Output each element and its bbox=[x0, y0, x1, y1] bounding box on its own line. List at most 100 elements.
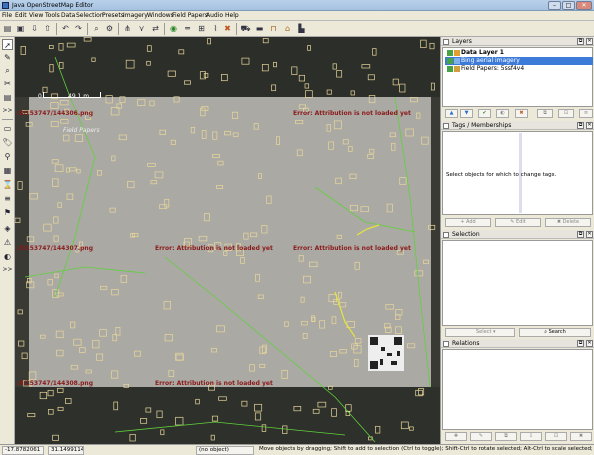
show-hide-icon[interactable]: ◐ bbox=[496, 109, 509, 118]
layer-row-selected[interactable]: Bing aerial imagery bbox=[445, 57, 593, 65]
gate-icon[interactable]: ⊓ bbox=[268, 23, 279, 34]
delete-icon[interactable]: ✖ bbox=[222, 23, 233, 34]
tags-dialog-icon[interactable]: 🏷 bbox=[2, 137, 13, 148]
menu-audio[interactable]: Audio bbox=[206, 12, 223, 20]
layer-menu-icon[interactable]: ≡ bbox=[579, 109, 593, 118]
selection-list[interactable] bbox=[442, 240, 593, 326]
delete-tool-icon[interactable]: ✂ bbox=[2, 78, 13, 89]
close-panel-icon[interactable]: ✕ bbox=[586, 122, 593, 129]
edit-tag-button[interactable]: ✎ Edit bbox=[495, 218, 541, 227]
more-tools-icon[interactable]: >> bbox=[2, 105, 13, 116]
search-button[interactable]: ⌕ Search bbox=[519, 328, 591, 337]
split-way-icon[interactable]: ⋔ bbox=[122, 23, 133, 34]
menu-data[interactable]: Data bbox=[61, 12, 75, 20]
close-button[interactable]: ✕ bbox=[576, 1, 592, 10]
reverse-way-icon[interactable]: ⇄ bbox=[150, 23, 161, 34]
align-line-icon[interactable]: ═ bbox=[182, 23, 193, 34]
delete-tag-button[interactable]: ✖ Delete bbox=[545, 218, 591, 227]
menu-windows[interactable]: Windows bbox=[147, 12, 174, 20]
detach-icon[interactable]: ⧉ bbox=[577, 38, 584, 45]
simplify-icon[interactable]: ⌇ bbox=[210, 23, 221, 34]
menu-imagery[interactable]: Imagery bbox=[123, 12, 148, 20]
align-circle-icon[interactable]: ◉ bbox=[168, 23, 179, 34]
minimize-button[interactable]: – bbox=[548, 1, 561, 10]
toggle-dialog-icon[interactable]: ▭ bbox=[2, 123, 13, 134]
select-tool-icon[interactable]: ➚ bbox=[2, 39, 13, 50]
merge-layer-icon[interactable]: ⧉ bbox=[537, 109, 553, 118]
duplicate-layer-icon[interactable]: ⊡ bbox=[558, 109, 574, 118]
layers-dialog-icon[interactable]: ▦ bbox=[2, 165, 13, 176]
data-layer-icon bbox=[454, 50, 460, 56]
upload-icon[interactable]: ⇧ bbox=[42, 23, 53, 34]
minimap-dialog-icon[interactable]: ◐ bbox=[2, 251, 13, 262]
select-button[interactable]: Select ▾ bbox=[445, 328, 515, 337]
redo-icon[interactable]: ↷ bbox=[73, 23, 84, 34]
edit-relation-icon[interactable]: ✎ bbox=[470, 432, 492, 441]
selection-icon bbox=[443, 232, 449, 238]
menu-edit[interactable]: Edit bbox=[15, 12, 27, 20]
more-dialogs-icon[interactable]: >> bbox=[2, 264, 13, 275]
tags-hint: Select objects for which to change tags. bbox=[446, 172, 557, 178]
download-members-icon[interactable]: ⇩ bbox=[520, 432, 542, 441]
move-down-icon[interactable]: ▼ bbox=[460, 109, 473, 118]
menu-presets[interactable]: Presets bbox=[102, 12, 124, 20]
detach-icon[interactable]: ⧉ bbox=[577, 122, 584, 129]
close-panel-icon[interactable]: ✕ bbox=[586, 231, 593, 238]
new-relation-icon[interactable]: ✚ bbox=[445, 432, 467, 441]
edit-label: Edit bbox=[516, 219, 526, 225]
filter-dialog-icon[interactable]: ◈ bbox=[2, 223, 13, 234]
delete-relation-icon[interactable]: ✖ bbox=[570, 432, 592, 441]
zoom-tool-icon[interactable]: ⌕ bbox=[2, 65, 13, 76]
delete-layer-icon[interactable]: ✖ bbox=[515, 109, 528, 118]
extrude-tool-icon[interactable]: ▤ bbox=[2, 92, 13, 103]
validation-dialog-icon[interactable]: ⚠ bbox=[2, 237, 13, 248]
menu-help[interactable]: Help bbox=[225, 12, 239, 20]
history-dialog-icon[interactable]: ⌛ bbox=[2, 179, 13, 190]
close-panel-icon[interactable]: ✕ bbox=[586, 340, 593, 347]
layer-row[interactable]: Data Layer 1 bbox=[445, 49, 593, 57]
commands-dialog-icon[interactable]: ≡ bbox=[2, 193, 13, 204]
save-icon[interactable]: ▣ bbox=[15, 23, 26, 34]
visible-icon[interactable] bbox=[447, 66, 453, 72]
activate-layer-icon[interactable]: ✔ bbox=[478, 109, 491, 118]
bed-icon[interactable]: ▙ bbox=[296, 23, 307, 34]
close-panel-icon[interactable]: ✕ bbox=[586, 38, 593, 45]
combine-way-icon[interactable]: ⋎ bbox=[136, 23, 147, 34]
undo-icon[interactable]: ↶ bbox=[60, 23, 71, 34]
select-relation-icon[interactable]: ⊡ bbox=[545, 432, 567, 441]
visible-icon[interactable] bbox=[447, 58, 453, 64]
window-title: Java OpenStreetMap Editor bbox=[12, 2, 94, 9]
conflict-dialog-icon[interactable]: ⚑ bbox=[2, 207, 13, 218]
menu-view[interactable]: View bbox=[29, 12, 43, 20]
menu-file[interactable]: File bbox=[2, 12, 12, 20]
duplicate-relation-icon[interactable]: ⧉ bbox=[495, 432, 517, 441]
detach-icon[interactable]: ⧉ bbox=[577, 340, 584, 347]
maximize-button[interactable]: □ bbox=[562, 1, 575, 10]
detach-icon[interactable]: ⧉ bbox=[577, 231, 584, 238]
tags-title: Tags / Memberships bbox=[452, 122, 512, 129]
relations-list[interactable] bbox=[442, 349, 593, 430]
menu-tools[interactable]: Tools bbox=[45, 12, 60, 20]
preferences-icon[interactable]: ⚙ bbox=[104, 23, 115, 34]
visible-icon[interactable] bbox=[447, 50, 453, 56]
qr-code bbox=[368, 335, 404, 371]
open-file-icon[interactable]: ▤ bbox=[2, 23, 13, 34]
bus-icon[interactable]: ▬ bbox=[254, 23, 265, 34]
layer-row[interactable]: Field Papers: 5ssf4v4 bbox=[445, 65, 593, 73]
draw-tool-icon[interactable]: ✎ bbox=[2, 52, 13, 63]
menu-field-papers[interactable]: Field Papers bbox=[172, 12, 208, 20]
menu-selection[interactable]: Selection bbox=[76, 12, 104, 20]
car-icon[interactable]: ⛟ bbox=[240, 23, 251, 34]
attribution-error: Error: Attribution is not loaded yet bbox=[155, 380, 273, 387]
tile-error-url: /8/153747/144308.png bbox=[17, 380, 93, 387]
relations-icon bbox=[443, 341, 449, 347]
shop-icon[interactable]: ⌂ bbox=[282, 23, 293, 34]
download-icon[interactable]: ⇩ bbox=[29, 23, 40, 34]
orthogonalize-icon[interactable]: ⊞ bbox=[196, 23, 207, 34]
longitude-field: 31.1499114 bbox=[48, 446, 84, 455]
add-tag-button[interactable]: + Add bbox=[445, 218, 491, 227]
move-up-icon[interactable]: ▲ bbox=[445, 109, 458, 118]
map-view[interactable]: 0 49.1 m /8/153747/144306.png Error: Att… bbox=[15, 37, 440, 444]
zoom-icon[interactable]: ⌕ bbox=[91, 23, 102, 34]
relations-dialog-icon[interactable]: ⚲ bbox=[2, 151, 13, 162]
